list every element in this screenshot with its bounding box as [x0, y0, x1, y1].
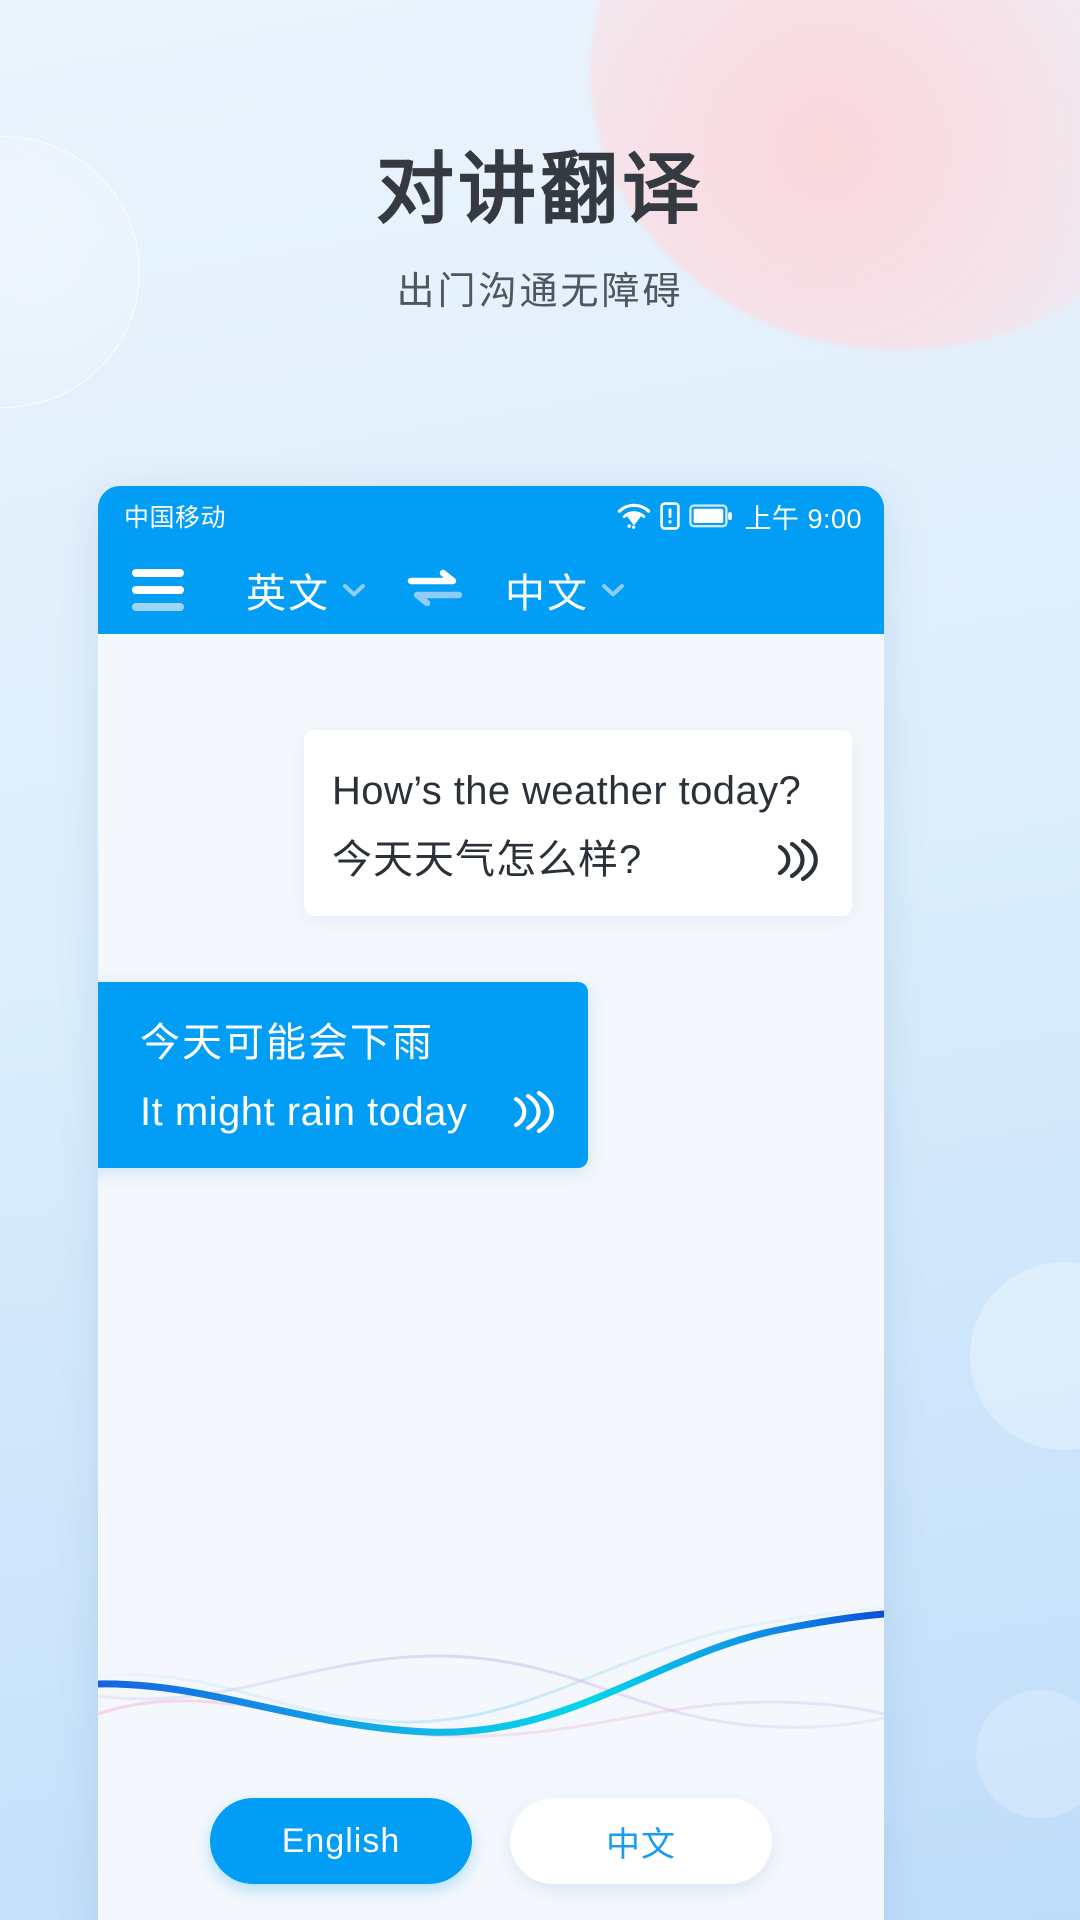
hamburger-menu-icon[interactable] [132, 569, 198, 611]
decorative-circle-right [970, 1262, 1080, 1450]
speak-chinese-button[interactable]: 中文 [510, 1798, 772, 1884]
decorative-circle-right-lower [976, 1690, 1080, 1818]
message-bubble-outgoing[interactable]: 今天可能会下雨 It might rain today [98, 982, 588, 1168]
phone-mockup: 中国移动 上午 9:00 英文 中文 How’s the weather tod… [98, 486, 884, 1920]
status-bar-indicators: 上午 9:00 [617, 497, 862, 536]
sound-wave-decoration [98, 1606, 884, 1738]
speak-english-button[interactable]: English [210, 1798, 472, 1884]
message-bubble-incoming[interactable]: How’s the weather today? 今天天气怎么样? [304, 730, 852, 916]
message-primary-text: 今天可能会下雨 [140, 1021, 434, 1065]
chevron-down-icon [343, 584, 365, 597]
carrier-label: 中国移动 [124, 504, 227, 532]
message-secondary-text: It might rain today [140, 1090, 468, 1134]
battery-icon [689, 504, 733, 528]
speaker-wave-icon[interactable] [772, 838, 818, 882]
swap-arrows-icon [407, 569, 463, 606]
message-secondary-text: 今天天气怎么样? [332, 838, 643, 882]
conversation-area: How’s the weather today? 今天天气怎么样? 今天可能会下… [98, 634, 884, 1920]
bottom-language-bar: English 中文 [98, 1770, 884, 1920]
status-clock: 上午 9:00 [744, 503, 862, 534]
headline-block: 对讲翻译 出门沟通无障碍 [0, 150, 1080, 315]
chevron-down-icon [602, 584, 624, 597]
source-language-label: 英文 [246, 572, 330, 616]
message-primary-text: How’s the weather today? [332, 769, 802, 813]
sim-card-icon [660, 502, 681, 530]
speaker-wave-icon[interactable] [508, 1090, 554, 1134]
target-language-label: 中文 [505, 572, 589, 616]
nav-bar: 英文 中文 [98, 546, 884, 634]
page-title: 对讲翻译 [375, 145, 704, 233]
wifi-icon [618, 503, 651, 529]
status-bar: 中国移动 上午 9:00 [98, 486, 884, 546]
target-language-picker[interactable]: 中文 [505, 561, 624, 619]
swap-languages-button[interactable] [407, 569, 463, 612]
source-language-picker[interactable]: 英文 [246, 561, 365, 619]
page-subtitle: 出门沟通无障碍 [396, 271, 684, 313]
